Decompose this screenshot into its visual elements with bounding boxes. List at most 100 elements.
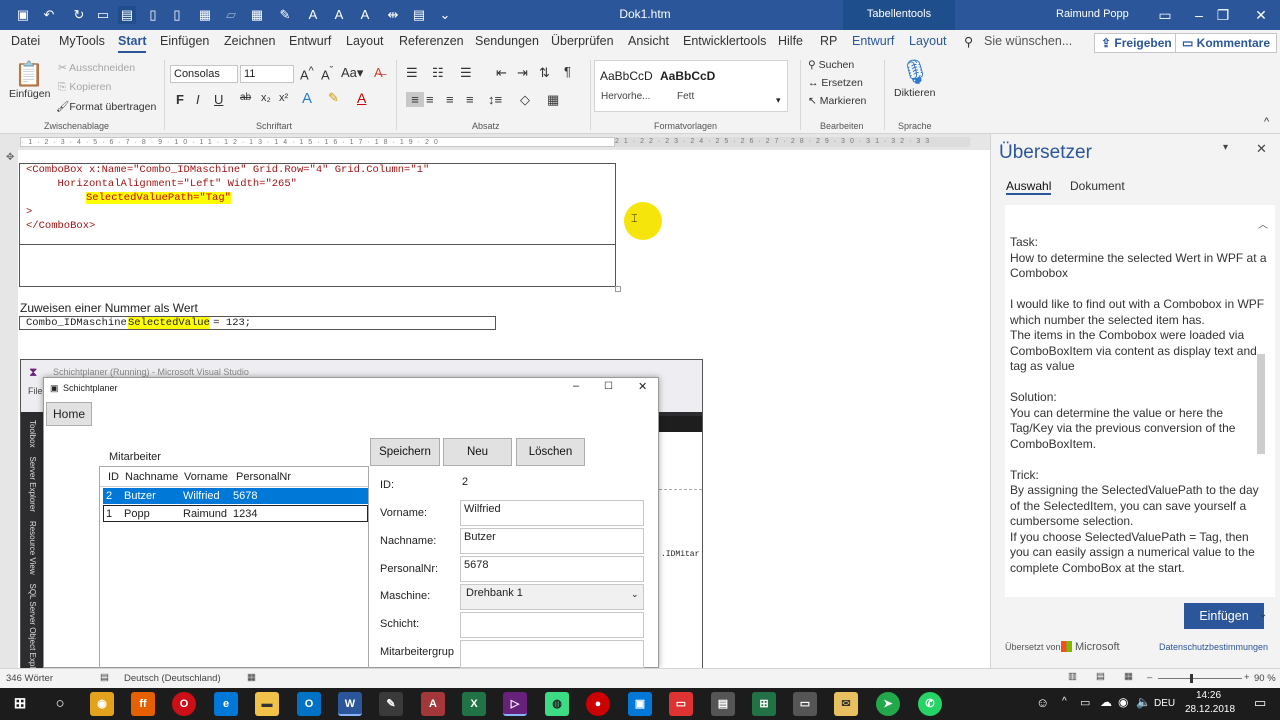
- tab-mytools[interactable]: MyTools: [59, 34, 105, 48]
- whatsapp-icon[interactable]: ✆: [918, 692, 942, 716]
- tray-overflow-icon[interactable]: ^: [1062, 696, 1067, 707]
- tab-review[interactable]: Überprüfen: [551, 34, 614, 48]
- gallery-more-icon[interactable]: ▾: [776, 95, 781, 106]
- cortana-icon[interactable]: ○: [48, 692, 72, 716]
- shrink-font-icon[interactable]: Aˇ: [321, 65, 333, 82]
- read-mode-icon[interactable]: ▥: [1068, 671, 1077, 682]
- network-icon[interactable]: ▭: [1080, 696, 1090, 709]
- word-icon[interactable]: W: [338, 692, 362, 716]
- styles-gallery[interactable]: AaBbCcD Hervorhe... AaBbCcD Fett ▾: [594, 60, 788, 112]
- scrollbar-thumb[interactable]: [1257, 354, 1265, 454]
- pen-app-icon[interactable]: ✎: [379, 692, 403, 716]
- multilevel-list-icon[interactable]: ☰: [460, 65, 472, 81]
- file-explorer-icon[interactable]: ▬: [255, 692, 279, 716]
- windows-start-icon[interactable]: ⊞: [8, 692, 32, 716]
- align-icon[interactable]: ⇹: [384, 6, 402, 24]
- shading-icon[interactable]: ◇: [520, 92, 530, 108]
- align-center-icon[interactable]: ≡: [426, 92, 434, 107]
- customize-qa-icon[interactable]: ⌄: [436, 6, 454, 24]
- style-emphasis-name[interactable]: Hervorhe...: [601, 91, 650, 102]
- table-resize-handle[interactable]: [615, 286, 621, 292]
- close-icon[interactable]: ✕: [1238, 0, 1280, 30]
- firefox-icon[interactable]: ff: [131, 692, 155, 716]
- copy-button[interactable]: ⎘ Kopieren: [58, 81, 111, 94]
- zoom-in-icon[interactable]: +: [1244, 672, 1250, 683]
- font-name-box[interactable]: Consolas: [170, 65, 238, 83]
- font-color-icon[interactable]: A: [356, 6, 374, 24]
- android-studio-icon[interactable]: ◍: [545, 692, 569, 716]
- justify-icon[interactable]: ≡: [466, 92, 474, 107]
- table-move-icon[interactable]: ✥: [6, 152, 14, 163]
- scroll-up-icon[interactable]: ︿: [1258, 216, 1268, 231]
- qa-grid-icon[interactable]: ▦: [196, 6, 214, 24]
- record-icon[interactable]: ●: [586, 692, 610, 716]
- zoom-out-icon[interactable]: –: [1147, 672, 1152, 683]
- pilcrow-icon[interactable]: ¶: [564, 64, 571, 79]
- numbering-icon[interactable]: ☷: [432, 65, 444, 81]
- tab-developer[interactable]: Entwicklertools: [683, 34, 766, 48]
- clock-time[interactable]: 14:26: [1196, 690, 1221, 701]
- volume-icon[interactable]: 🔈: [1136, 695, 1151, 709]
- dictate-button[interactable]: Diktieren: [894, 87, 935, 99]
- qa-page-icon[interactable]: ▯: [168, 6, 186, 24]
- horizontal-ruler[interactable]: ·1·2·3·4·5·6·7·8·9·10·11·12·13·14·15·16·…: [0, 134, 990, 150]
- zoom-slider[interactable]: [1158, 678, 1242, 679]
- tab-help[interactable]: Hilfe: [778, 34, 803, 48]
- collapse-ribbon-icon[interactable]: ^: [1264, 116, 1269, 128]
- insert-translation-button[interactable]: Einfügen: [1184, 603, 1264, 629]
- replace-button[interactable]: ↔ Ersetzen: [808, 77, 863, 89]
- pane-options-icon[interactable]: ▾: [1223, 142, 1228, 153]
- change-case-icon[interactable]: Aa▾: [341, 65, 363, 81]
- empty-table-row[interactable]: [19, 245, 616, 287]
- tab-insert[interactable]: Einfügen: [160, 34, 209, 48]
- clipboard-icon[interactable]: ▤: [410, 6, 428, 24]
- align-left-icon[interactable]: ≡: [406, 92, 424, 107]
- people-icon[interactable]: ☺: [1036, 695, 1049, 710]
- paste-icon[interactable]: 📋: [14, 60, 44, 89]
- opera-icon[interactable]: O: [172, 692, 196, 716]
- redo-icon[interactable]: ↻: [70, 6, 88, 24]
- undo-icon[interactable]: ↶: [40, 6, 58, 24]
- tab-view[interactable]: Ansicht: [628, 34, 669, 48]
- user-name[interactable]: Raimund Popp: [1056, 8, 1129, 20]
- style-bold-name[interactable]: Fett: [677, 91, 694, 102]
- outlook-icon[interactable]: O: [297, 692, 321, 716]
- app-window-icon[interactable]: ▤: [711, 692, 735, 716]
- zoom-level[interactable]: 90 %: [1254, 673, 1276, 684]
- tab-table-layout[interactable]: Layout: [909, 34, 947, 48]
- unknown-app-icon[interactable]: ▭: [793, 692, 817, 716]
- edge-icon[interactable]: e: [214, 692, 238, 716]
- web-layout-icon[interactable]: ▦: [1124, 671, 1133, 682]
- tab-mailings[interactable]: Sendungen: [475, 34, 539, 48]
- excel-icon[interactable]: X: [462, 692, 486, 716]
- pane-tab-document[interactable]: Dokument: [1070, 179, 1125, 193]
- tab-table-design[interactable]: Entwurf: [852, 34, 894, 48]
- spreadsheet-icon[interactable]: ⊞: [752, 692, 776, 716]
- tab-layout[interactable]: Layout: [346, 34, 384, 48]
- visual-studio-icon[interactable]: ▷: [503, 692, 527, 716]
- tab-references[interactable]: Referenzen: [399, 34, 464, 48]
- chrome-icon[interactable]: ◉: [90, 692, 114, 716]
- underline-icon[interactable]: U: [214, 92, 223, 107]
- lightbulb-icon[interactable]: ⚲: [964, 34, 973, 49]
- shrink-font-icon[interactable]: A: [330, 6, 348, 24]
- italic-icon[interactable]: I: [196, 92, 200, 107]
- save-icon[interactable]: ▣: [14, 6, 32, 24]
- sort-icon[interactable]: ⇅: [539, 65, 550, 81]
- font-size-box[interactable]: 11: [240, 65, 294, 83]
- draw-icon[interactable]: ✎: [276, 6, 294, 24]
- proofing-icon[interactable]: ▤: [100, 672, 109, 683]
- find-button[interactable]: ⚲ Suchen: [808, 59, 854, 71]
- superscript-icon[interactable]: x²: [279, 92, 288, 104]
- clear-format-icon[interactable]: A̶: [374, 65, 383, 80]
- font-color-icon[interactable]: A: [357, 90, 366, 106]
- insert-options-icon[interactable]: ⌄: [1259, 609, 1267, 620]
- assign-code-box[interactable]: Combo_IDMaschine. SelectedValue = 123;: [19, 316, 496, 330]
- input-language[interactable]: DEU: [1154, 698, 1175, 709]
- zoom-slider-thumb[interactable]: [1190, 674, 1193, 683]
- tab-rp[interactable]: RP: [820, 34, 837, 48]
- language-status[interactable]: Deutsch (Deutschland): [124, 673, 221, 684]
- table-icon[interactable]: ▦: [248, 6, 266, 24]
- notes-icon[interactable]: ✉: [834, 692, 858, 716]
- action-center-icon[interactable]: ▭: [1254, 695, 1266, 711]
